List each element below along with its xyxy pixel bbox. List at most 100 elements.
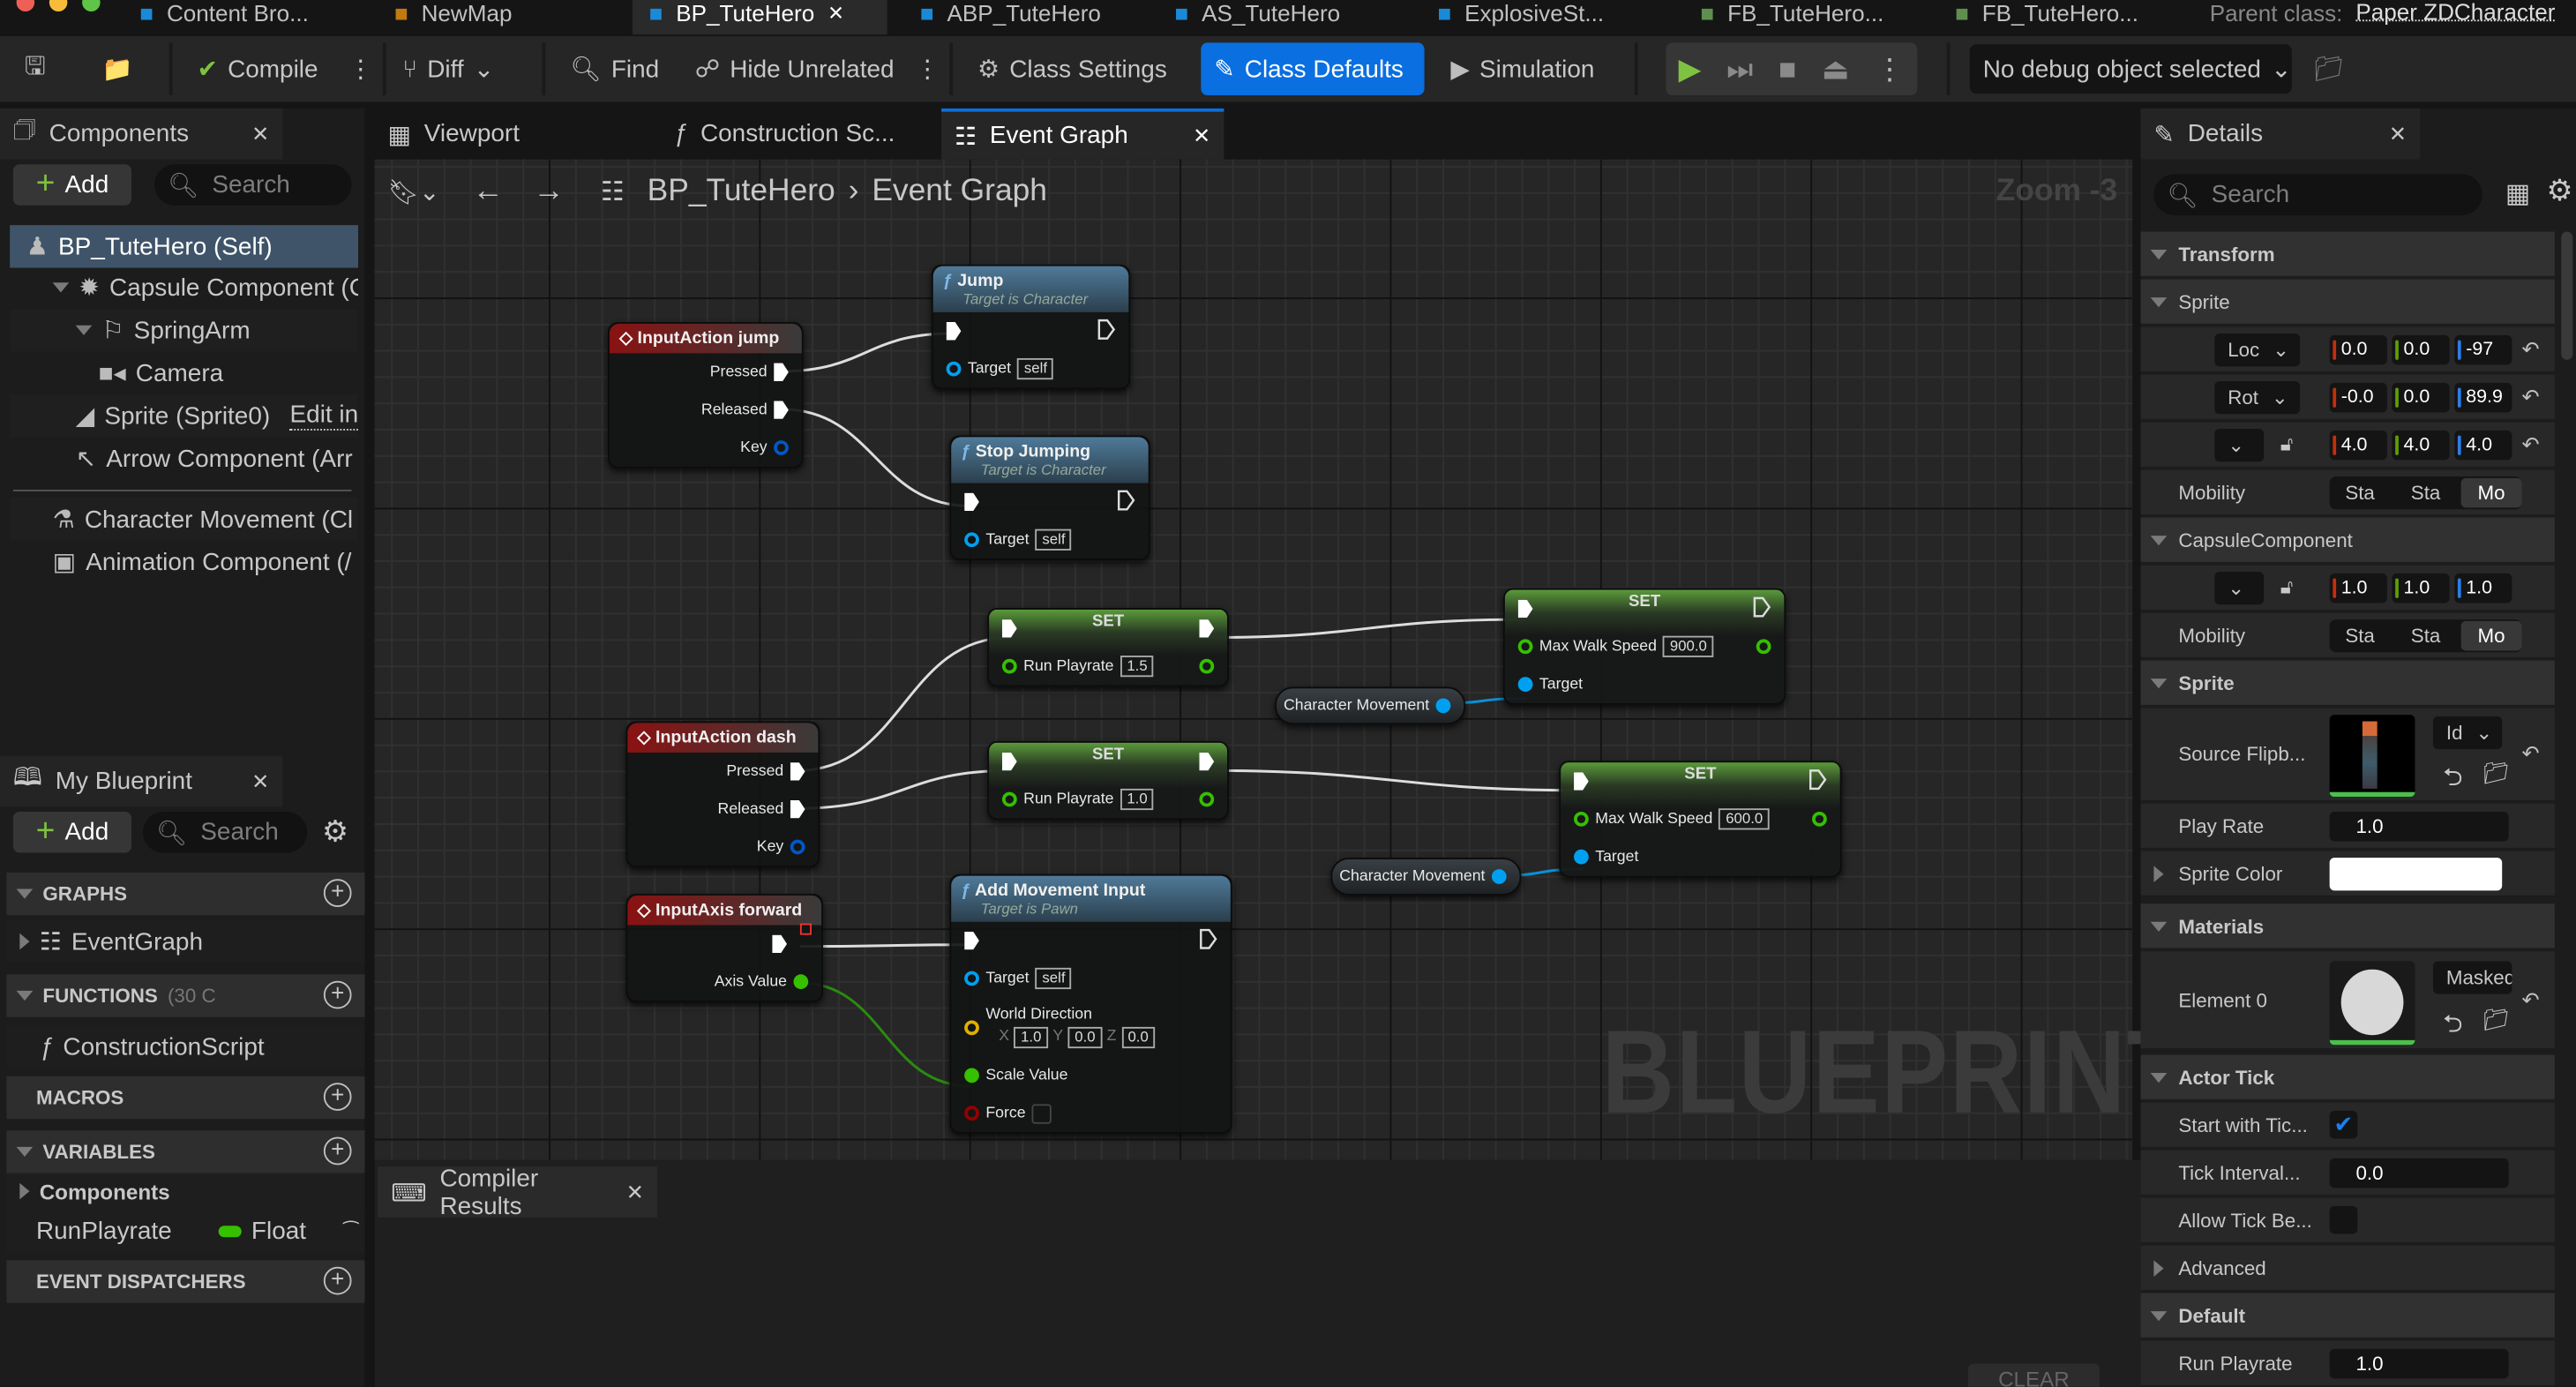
float-pin[interactable] <box>1812 811 1827 827</box>
mobility-static[interactable]: Sta <box>2330 620 2391 650</box>
node-inputaxis-forward[interactable]: ◇ InputAxis forward Axis Value <box>625 894 823 1002</box>
float-pin[interactable] <box>1756 639 1771 655</box>
object-pin[interactable] <box>1574 849 1589 865</box>
reset-arrow-icon[interactable]: ↶ <box>2522 431 2540 458</box>
pin-default-value[interactable]: 900.0 <box>1663 635 1714 657</box>
unlock-icon[interactable]: 🔓︎ <box>2280 432 2293 457</box>
reset-arrow-icon[interactable]: ↶ <box>2522 384 2540 410</box>
section-materials[interactable]: Materials <box>2140 903 2555 950</box>
vector-pin[interactable] <box>964 1019 979 1035</box>
use-selected-arrow-icon[interactable]: ⮌ <box>2443 1008 2462 1049</box>
material-asset-dropdown[interactable]: MaskedU <box>2432 961 2512 994</box>
reset-arrow-icon[interactable]: ↶ <box>2522 741 2540 768</box>
rotation-y-field[interactable]: 0.0 <box>2392 381 2450 412</box>
object-pin[interactable] <box>964 532 979 548</box>
section-transform[interactable]: Transform <box>2140 231 2555 278</box>
object-pin[interactable] <box>1491 869 1507 884</box>
section-capsule[interactable]: CapsuleComponent <box>2140 517 2555 564</box>
node-character-movement[interactable]: Character Movement <box>1330 858 1522 896</box>
node-set[interactable]: SET Max Walk Speed 600.0 Target <box>1559 761 1842 878</box>
float-pin[interactable] <box>1001 658 1017 674</box>
play-rate-input[interactable]: 1.0 <box>2329 811 2509 841</box>
direction-x-input[interactable]: 1.0 <box>1014 1026 1048 1049</box>
object-pin[interactable] <box>1435 698 1451 714</box>
clear-button[interactable]: CLEAR <box>1967 1363 2100 1387</box>
allow-tick-checkbox[interactable] <box>2329 1205 2358 1234</box>
exec-pin[interactable] <box>1097 318 1116 344</box>
wire-2[interactable] <box>797 636 1011 772</box>
tab-compiler-results[interactable]: ⌨ Compiler Results ✕ <box>378 1164 657 1220</box>
node-set[interactable]: SET Run Playrate 1.5 <box>987 608 1229 687</box>
pin-default-value[interactable]: 600.0 <box>1719 808 1770 830</box>
gear-icon[interactable]: ⚙ <box>2546 174 2572 208</box>
object-pin[interactable] <box>1517 677 1533 693</box>
table-view-icon[interactable]: ▦ <box>2505 177 2530 210</box>
mobility-movable[interactable]: Mo <box>2460 476 2522 507</box>
float-pin[interactable] <box>1574 811 1589 827</box>
location-z-field[interactable]: -97 <box>2454 334 2512 364</box>
mobility-stationary[interactable]: Sta <box>2395 477 2456 507</box>
flipbook-thumbnail[interactable] <box>2329 715 2415 798</box>
location-x-field[interactable]: 0.0 <box>2329 334 2387 364</box>
struct-pin[interactable] <box>774 440 789 455</box>
sprite-color-swatch[interactable] <box>2329 857 2503 890</box>
location-mode-dropdown[interactable]: Loc ⌄ <box>2214 333 2301 366</box>
direction-y-input[interactable]: 0.0 <box>1067 1026 1103 1049</box>
scale-x-field[interactable]: 1.0 <box>2329 572 2387 603</box>
pin-default-value[interactable]: self <box>1035 967 1072 990</box>
tab-details[interactable]: ✎ Details ✕ <box>2140 108 2421 160</box>
details-search-input[interactable]: 🔍︎ Search <box>2153 174 2482 215</box>
wire-5[interactable] <box>1207 768 1583 792</box>
exec-pin[interactable] <box>774 363 789 382</box>
node-set[interactable]: SET Max Walk Speed 900.0 Target <box>1502 588 1786 705</box>
pin-default-value[interactable]: self <box>1035 529 1072 551</box>
flipbook-asset-dropdown[interactable]: Id ⌄ <box>2432 716 2503 750</box>
material-thumbnail[interactable] <box>2329 961 2415 1046</box>
node-inputaction-dash[interactable]: ◇ InputAction dash Pressed Released Key <box>625 721 820 868</box>
mobility-toggle[interactable]: Sta Sta Mo <box>2329 476 2522 509</box>
pin-default-value[interactable]: 1.5 <box>1120 656 1155 678</box>
float-pin[interactable] <box>1199 658 1215 674</box>
exec-pin[interactable] <box>1117 489 1135 515</box>
wire-1[interactable] <box>780 408 971 508</box>
scale-z-field[interactable]: 4.0 <box>2454 429 2512 460</box>
rotation-mode-dropdown[interactable]: Rot ⌄ <box>2214 380 2301 414</box>
wire-4[interactable] <box>1207 618 1527 640</box>
pin-default-value[interactable]: self <box>1017 357 1054 380</box>
reset-arrow-icon[interactable]: ↶ <box>2522 336 2540 363</box>
float-pin[interactable] <box>1517 639 1533 655</box>
unlock-icon[interactable]: 🔓︎ <box>2280 575 2293 600</box>
browse-folder-icon[interactable]: 📁︎ <box>2482 761 2510 787</box>
scale-mode-dropdown[interactable]: ⌄ <box>2214 571 2265 604</box>
float-pin[interactable] <box>964 1068 979 1083</box>
bool-pin[interactable] <box>964 1106 979 1121</box>
mobility-toggle[interactable]: Sta Sta Mo <box>2329 619 2522 652</box>
direction-z-input[interactable]: 0.0 <box>1121 1026 1156 1049</box>
wire-8[interactable] <box>799 943 971 948</box>
object-pin[interactable] <box>946 361 962 377</box>
scale-z-field[interactable]: 1.0 <box>2454 572 2512 603</box>
run-playrate-input[interactable]: 1.0 <box>2329 1347 2509 1378</box>
mobility-stationary[interactable]: Sta <box>2395 620 2456 650</box>
node-set[interactable]: SET Run Playrate 1.0 <box>987 740 1229 821</box>
float-pin[interactable] <box>1001 791 1017 807</box>
rotation-x-field[interactable]: -0.0 <box>2329 381 2387 412</box>
rotation-z-field[interactable]: 89.9 <box>2454 381 2512 412</box>
scale-mode-dropdown[interactable]: ⌄ <box>2214 428 2265 461</box>
node-character-movement[interactable]: Character Movement <box>1275 686 1466 725</box>
location-y-field[interactable]: 0.0 <box>2392 334 2450 364</box>
float-pin[interactable] <box>1199 791 1215 807</box>
pin-default-value[interactable]: 1.0 <box>1120 788 1155 811</box>
exec-pin[interactable] <box>946 321 962 341</box>
details-scrollbar[interactable] <box>2561 231 2573 360</box>
section-advanced[interactable]: Advanced <box>2140 1245 2555 1292</box>
wire-9[interactable] <box>798 981 971 1088</box>
scale-x-field[interactable]: 4.0 <box>2329 429 2387 460</box>
exec-pin[interactable] <box>774 401 789 419</box>
exec-pin[interactable] <box>964 492 979 512</box>
exec-pin[interactable] <box>1199 927 1217 954</box>
close-icon[interactable]: ✕ <box>626 1179 644 1205</box>
exec-pin[interactable] <box>790 799 805 819</box>
start-with-tick-checkbox[interactable]: ✔ <box>2329 1110 2358 1139</box>
section-default[interactable]: Default <box>2140 1293 2555 1339</box>
